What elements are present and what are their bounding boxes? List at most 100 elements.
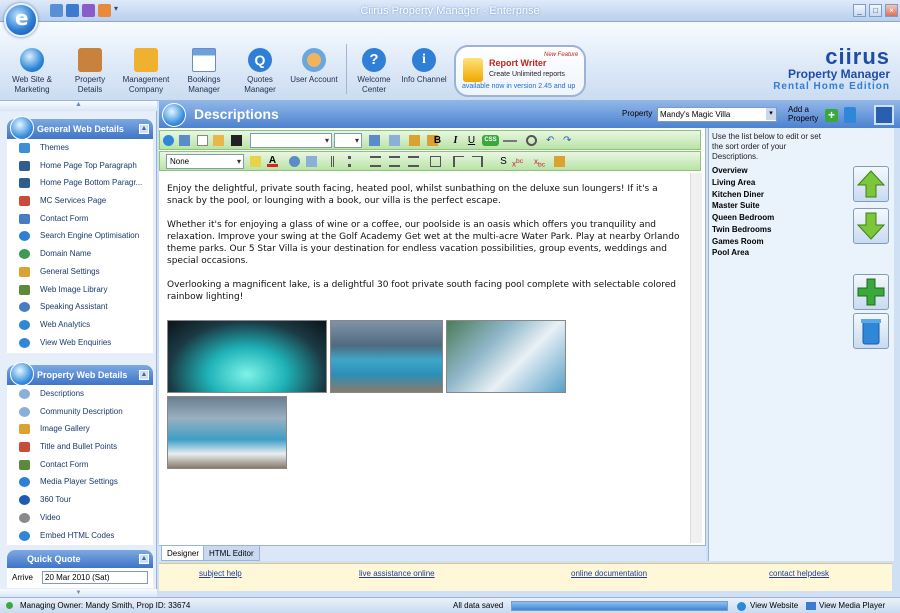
sidebar-item-web-analytics[interactable]: Web Analytics (7, 316, 153, 334)
delete-section-button[interactable] (853, 313, 889, 349)
close-button[interactable]: × (885, 4, 898, 17)
sidebar-item-community-description[interactable]: Community Description (7, 403, 153, 421)
bullet-list-icon[interactable] (348, 156, 359, 167)
quick-quote-header[interactable]: Quick Quote ▲ (7, 550, 153, 568)
numbered-list-icon[interactable] (331, 156, 342, 167)
section-item[interactable]: Overview (712, 166, 748, 175)
ribbon-button-property-details[interactable]: Property Details (62, 48, 118, 95)
section-item[interactable]: Master Suite (712, 201, 760, 210)
sidebar-item-home-page-top-paragraph[interactable]: Home Page Top Paragraph (7, 157, 153, 175)
italic-icon[interactable]: I (450, 135, 461, 146)
underline-icon[interactable]: U (466, 135, 477, 146)
new-page-icon[interactable] (197, 135, 208, 146)
section-item[interactable]: Twin Bedrooms (712, 225, 771, 234)
font-color-icon[interactable]: A (267, 156, 278, 167)
sidebar-item-embed-html-codes[interactable]: Embed HTML Codes (7, 527, 153, 545)
contact-helpdesk-link[interactable]: contact helpdesk (769, 569, 829, 578)
add-section-button[interactable] (853, 274, 889, 310)
paste-icon[interactable] (409, 135, 420, 146)
globe-icon[interactable] (163, 135, 174, 146)
save-icon[interactable] (874, 105, 894, 125)
sidebar-item-image-gallery[interactable]: Image Gallery (7, 420, 153, 438)
sidebar-item-themes[interactable]: Themes (7, 139, 153, 157)
maximize-button[interactable]: □ (869, 4, 882, 17)
left-scroll-up[interactable]: ▲ (0, 101, 157, 111)
subject-help-link[interactable]: subject help (199, 569, 242, 578)
format-select[interactable]: None (166, 154, 244, 169)
section-item[interactable]: Pool Area (712, 248, 749, 257)
align-right-icon[interactable] (408, 156, 419, 167)
sidebar-item-contact-form-property[interactable]: Contact Form (7, 456, 153, 474)
sidebar-item-web-image-library[interactable]: Web Image Library (7, 281, 153, 299)
tab-html-editor[interactable]: HTML Editor (203, 546, 260, 561)
add-property-button[interactable]: + (825, 109, 838, 122)
sidebar-item-video[interactable]: Video (7, 509, 153, 527)
ribbon-button-web-site[interactable]: Web Site & Marketing (4, 48, 60, 95)
link-icon[interactable] (289, 156, 300, 167)
font-select[interactable] (250, 133, 332, 148)
save-icon[interactable] (231, 135, 242, 146)
cut-icon[interactable] (369, 135, 380, 146)
horizontal-rule-icon[interactable] (503, 140, 517, 142)
collapse-icon[interactable]: ▲ (139, 554, 149, 564)
section-item[interactable]: Living Area (712, 178, 755, 187)
sidebar-item-360-tour[interactable]: 360 Tour (7, 491, 153, 509)
editor-scrollbar[interactable] (690, 173, 702, 543)
view-media-player-link[interactable]: View Media Player (819, 598, 885, 613)
bold-icon[interactable]: B (432, 135, 443, 146)
live-assistance-link[interactable]: live assistance online (359, 569, 435, 578)
copy-icon[interactable] (389, 135, 400, 146)
sidebar-item-descriptions[interactable]: Descriptions (7, 385, 153, 403)
insert-image-icon[interactable] (306, 156, 317, 167)
section-item[interactable]: Kitchen Diner (712, 190, 764, 199)
delete-property-button[interactable] (844, 107, 856, 123)
general-web-details-header[interactable]: General Web Details ▲ (7, 116, 153, 140)
redo-icon[interactable]: ↷ (563, 135, 574, 146)
sidebar-item-search-engine-optimisation[interactable]: Search Engine Optimisation (7, 227, 153, 245)
section-item[interactable]: Games Room (712, 237, 764, 246)
view-website-link[interactable]: View Website (750, 598, 798, 613)
undo-icon[interactable]: ↶ (546, 135, 557, 146)
align-center-icon[interactable] (389, 156, 400, 167)
indent-icon[interactable] (472, 156, 483, 167)
report-writer-banner[interactable]: New Feature Report Writer Create Unlimit… (454, 45, 586, 97)
refresh-icon[interactable] (526, 135, 537, 146)
property-select[interactable]: Mandy's Magic Villa (657, 107, 777, 122)
left-scroll-down[interactable]: ▼ (0, 589, 157, 597)
ribbon-button-user-account[interactable]: User Account (286, 48, 342, 85)
online-documentation-link[interactable]: online documentation (571, 569, 647, 578)
image-icon[interactable] (179, 135, 190, 146)
app-orb-button[interactable] (4, 3, 38, 37)
subscript-icon[interactable]: xbc (534, 156, 550, 169)
sidebar-item-domain-name[interactable]: Domain Name (7, 245, 153, 263)
move-up-button[interactable] (853, 166, 889, 202)
ribbon-button-welcome-center[interactable]: ? Welcome Center (346, 48, 402, 95)
ribbon-button-info-channel[interactable]: i Info Channel (396, 48, 452, 85)
sidebar-item-mc-services-page[interactable]: MC Services Page (7, 192, 153, 210)
size-select[interactable] (334, 133, 362, 148)
collapse-icon[interactable]: ▲ (139, 124, 149, 134)
table-icon[interactable] (430, 156, 441, 167)
arrive-date-picker[interactable]: 20 Mar 2010 (Sat) (42, 571, 148, 584)
sidebar-item-home-page-bottom-paragraph[interactable]: Home Page Bottom Paragr... (7, 174, 153, 192)
outdent-icon[interactable] (453, 156, 464, 167)
highlight-icon[interactable] (250, 156, 261, 167)
sidebar-item-general-settings[interactable]: General Settings (7, 263, 153, 281)
align-left-icon[interactable] (370, 156, 381, 167)
print-icon[interactable] (554, 156, 565, 167)
superscript-icon[interactable]: xbc (512, 156, 528, 169)
tab-designer[interactable]: Designer (161, 546, 206, 561)
chevron-down-icon[interactable]: ▾ (766, 108, 776, 120)
section-item[interactable]: Queen Bedroom (712, 213, 774, 222)
move-down-button[interactable] (853, 208, 889, 244)
ribbon-button-bookings-manager[interactable]: Bookings Manager (176, 48, 232, 95)
ribbon-button-quotes-manager[interactable]: Q Quotes Manager (232, 48, 288, 95)
sidebar-item-contact-form[interactable]: Contact Form (7, 210, 153, 228)
property-web-details-header[interactable]: Property Web Details ▲ (7, 362, 153, 386)
ribbon-button-management-company[interactable]: Management Company (118, 48, 174, 95)
collapse-icon[interactable]: ▲ (139, 370, 149, 380)
sidebar-item-media-player-settings[interactable]: Media Player Settings (7, 473, 153, 491)
sidebar-item-speaking-assistant[interactable]: Speaking Assistant (7, 298, 153, 316)
sidebar-item-view-web-enquiries[interactable]: View Web Enquiries (7, 334, 153, 352)
sidebar-item-title-and-bullet-points[interactable]: Title and Bullet Points (7, 438, 153, 456)
